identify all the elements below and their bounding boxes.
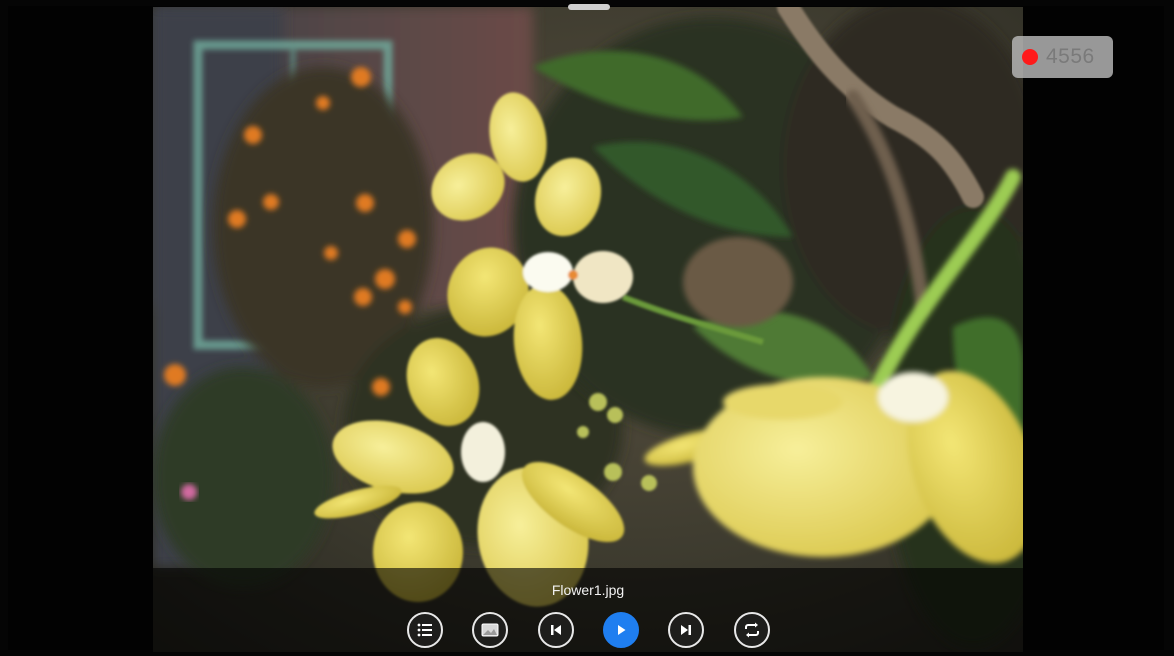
previous-button[interactable]: [538, 612, 574, 648]
picture-icon: [481, 623, 499, 637]
skip-next-icon: [681, 625, 691, 635]
recording-count: 4556: [1046, 45, 1095, 68]
repeat-icon: [745, 622, 759, 638]
playback-control-bar: Flower1.jpg: [153, 568, 1023, 652]
repeat-button[interactable]: [734, 612, 770, 648]
top-drag-handle[interactable]: [568, 4, 610, 10]
skip-previous-icon: [551, 625, 561, 635]
playlist-button[interactable]: [407, 612, 443, 648]
list-icon: [417, 623, 432, 637]
slideshow-button[interactable]: [472, 612, 508, 648]
file-name-label: Flower1.jpg: [551, 582, 625, 598]
record-dot-icon: [1022, 49, 1038, 65]
photo-display: [153, 7, 1023, 652]
recording-badge: 4556: [1012, 36, 1113, 78]
playback-controls: [153, 612, 1023, 650]
media-viewer-screen: 4556 Flower1.jpg: [0, 0, 1174, 656]
play-button[interactable]: [603, 612, 639, 648]
play-icon: [618, 625, 626, 635]
next-button[interactable]: [668, 612, 704, 648]
flower-photo: [153, 7, 1023, 652]
